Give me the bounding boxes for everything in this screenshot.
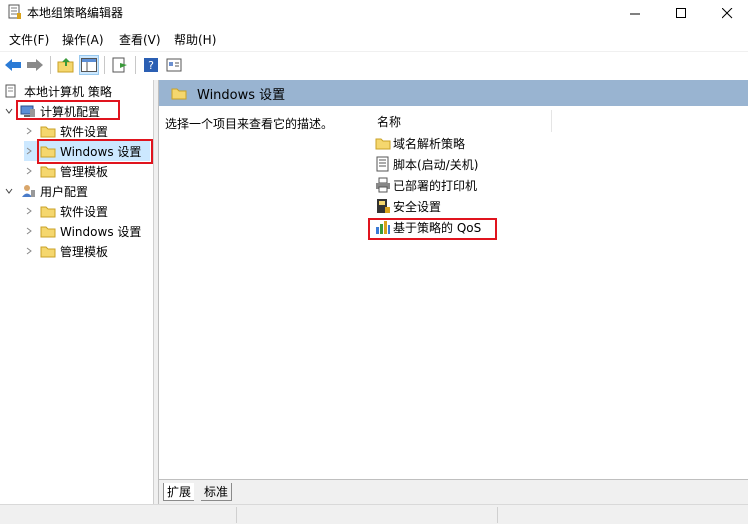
menu-action[interactable]: 操作(A) (62, 31, 104, 48)
tree-computer-software[interactable]: 软件设置 (24, 121, 108, 141)
list-item-scripts[interactable]: 脚本(启动/关机) (375, 154, 478, 174)
tree-computer-admin-templates-label: 管理模板 (60, 164, 109, 179)
tree-computer-software-label: 软件设置 (60, 124, 109, 139)
user-icon (20, 184, 36, 198)
tree-computer-windows-settings[interactable]: Windows 设置 (24, 141, 150, 161)
export-list-button[interactable] (110, 55, 130, 75)
tree-user-software-label: 软件设置 (60, 204, 109, 219)
chevron-right-icon[interactable] (24, 226, 34, 236)
menu-bar: 文件(F) 操作(A) 查看(V) 帮助(H) (0, 28, 748, 50)
tree-user-config-label: 用户配置 (40, 184, 89, 199)
help-button[interactable]: ? (141, 55, 161, 75)
list-item-label: 脚本(启动/关机) (393, 157, 479, 172)
chevron-right-icon[interactable] (24, 246, 34, 256)
tree-computer-config-label: 计算机配置 (40, 104, 101, 119)
help-icon: ? (144, 58, 158, 72)
list-item-security-settings[interactable]: 安全设置 (375, 196, 441, 216)
minimize-button[interactable] (612, 0, 658, 26)
chevron-right-icon[interactable] (24, 206, 34, 216)
list-item-qos-policy[interactable]: 基于策略的 QoS (375, 217, 481, 237)
chevron-right-icon[interactable] (24, 166, 34, 176)
content-pane: Windows 设置 选择一个项目来查看它的描述。 名称 域名解析策略 脚本(启… (158, 80, 748, 504)
tree-pane: 本地计算机 策略 计算机配置 软件设置 Windows 设置 管理模板 用户配置… (0, 80, 154, 504)
tree-user-windows-settings-label: Windows 设置 (60, 224, 142, 239)
policy-doc-icon (4, 84, 20, 98)
minimize-icon (629, 13, 640, 14)
close-button[interactable] (704, 0, 748, 26)
back-button[interactable] (3, 55, 23, 75)
printer-icon (375, 177, 391, 193)
window-title: 本地组策略编辑器 (27, 6, 124, 20)
maximize-icon (675, 7, 686, 18)
folder-icon (171, 86, 187, 100)
forward-arrow-icon (27, 59, 43, 71)
svg-text:?: ? (148, 59, 154, 72)
folder-icon (40, 224, 56, 238)
tree-computer-config[interactable]: 计算机配置 (4, 101, 100, 121)
folder-icon (40, 244, 56, 258)
menu-help[interactable]: 帮助(H) (174, 31, 216, 48)
chevron-down-icon[interactable] (4, 106, 14, 116)
tree-user-windows-settings[interactable]: Windows 设置 (24, 221, 141, 241)
policy-editor-icon (8, 4, 22, 20)
folder-icon (40, 124, 56, 138)
title-bar: 本地组策略编辑器 (0, 0, 748, 26)
tab-standard[interactable]: 标准 (201, 483, 233, 501)
properties-button[interactable] (164, 55, 184, 75)
tab-strip: 扩展 标准 (159, 479, 748, 504)
tree-computer-admin-templates[interactable]: 管理模板 (24, 161, 108, 181)
close-icon (721, 7, 732, 18)
tree-root[interactable]: 本地计算机 策略 (4, 81, 112, 101)
list-item-label: 安全设置 (393, 199, 442, 214)
tree-user-admin-templates-label: 管理模板 (60, 244, 109, 259)
list-item-dns-policy[interactable]: 域名解析策略 (375, 133, 465, 153)
maximize-button[interactable] (658, 0, 704, 26)
folder-icon (40, 144, 56, 158)
qos-chart-icon (375, 219, 391, 235)
forward-button[interactable] (25, 55, 45, 75)
list-item-label: 已部署的打印机 (393, 178, 478, 193)
folder-icon (375, 135, 391, 151)
tree-root-label: 本地计算机 策略 (24, 84, 112, 99)
tree-user-software[interactable]: 软件设置 (24, 201, 108, 221)
folder-icon (40, 204, 56, 218)
show-hide-tree-icon (81, 58, 97, 72)
tree-user-admin-templates[interactable]: 管理模板 (24, 241, 108, 261)
menu-file[interactable]: 文件(F) (9, 31, 49, 48)
list-item-label: 域名解析策略 (393, 136, 466, 151)
computer-icon (20, 104, 36, 118)
description-text: 选择一个项目来查看它的描述。 (165, 117, 334, 131)
toolbar: ? (0, 51, 748, 78)
list-item-label: 基于策略的 QoS (393, 220, 482, 235)
tree-user-config[interactable]: 用户配置 (4, 181, 88, 201)
folder-icon (40, 164, 56, 178)
column-header-name[interactable]: 名称 (377, 113, 401, 130)
up-folder-icon (57, 58, 74, 73)
show-hide-tree-button[interactable] (79, 55, 99, 75)
tab-extended[interactable]: 扩展 (163, 483, 195, 501)
tree-computer-windows-settings-label: Windows 设置 (60, 144, 142, 159)
menu-view[interactable]: 查看(V) (119, 31, 161, 48)
script-icon (375, 156, 391, 172)
status-bar (0, 504, 748, 524)
content-header: Windows 设置 (159, 80, 748, 106)
security-icon (375, 198, 391, 214)
list-item-printers[interactable]: 已部署的打印机 (375, 175, 477, 195)
chevron-right-icon[interactable] (24, 146, 34, 156)
item-list: 名称 域名解析策略 脚本(启动/关机) 已部署的打印机 安全设置 基于策略的 Q… (363, 106, 748, 477)
back-arrow-icon (5, 59, 21, 71)
chevron-right-icon[interactable] (24, 126, 34, 136)
chevron-down-icon[interactable] (4, 186, 14, 196)
content-header-title: Windows 设置 (197, 87, 286, 103)
export-list-icon (112, 57, 127, 73)
properties-icon (166, 58, 182, 72)
up-level-button[interactable] (56, 55, 76, 75)
